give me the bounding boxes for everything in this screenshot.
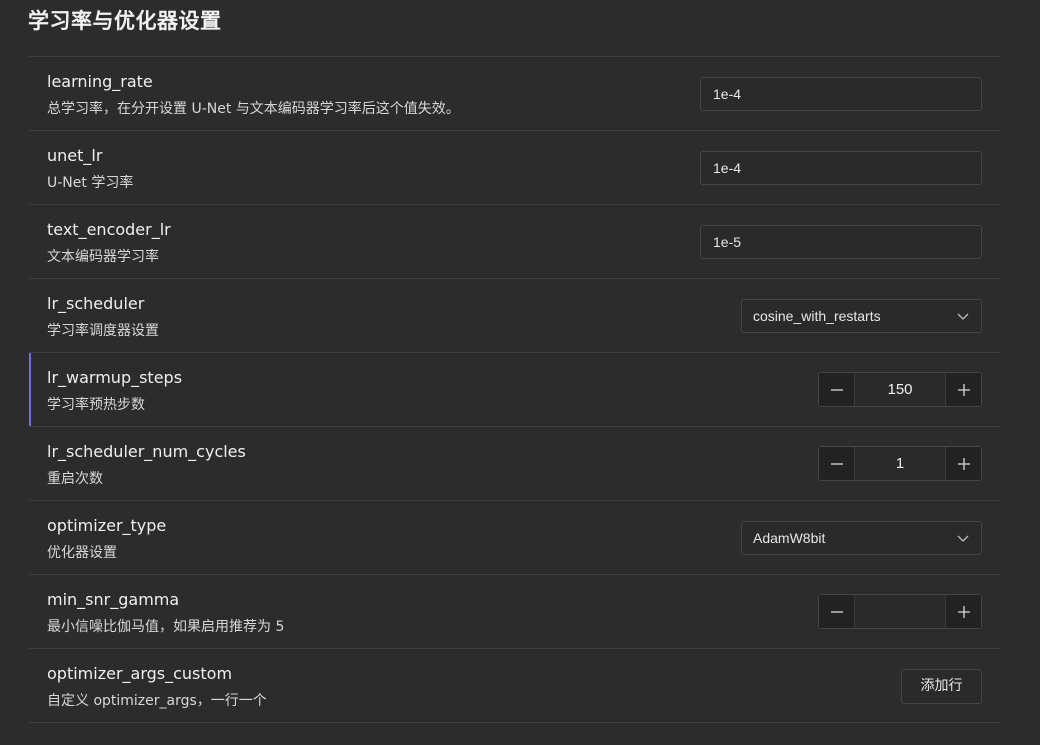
unet-lr-input[interactable] — [700, 151, 982, 185]
increment-button[interactable] — [945, 373, 981, 406]
stepper-value[interactable] — [855, 595, 945, 628]
setting-row-optimizer-args-custom: optimizer_args_custom 自定义 optimizer_args… — [29, 649, 1000, 723]
settings-page: 学习率与优化器设置 learning_rate 总学习率，在分开设置 U-Net… — [0, 0, 1040, 745]
text-encoder-lr-input[interactable] — [700, 225, 982, 259]
setting-row-lr-scheduler-num-cycles: lr_scheduler_num_cycles 重启次数 1 — [29, 427, 1000, 501]
setting-row-unet-lr: unet_lr U-Net 学习率 — [29, 131, 1000, 205]
plus-icon — [957, 605, 970, 618]
chevron-down-icon — [957, 313, 969, 320]
optimizer-type-select[interactable]: AdamW8bit — [741, 521, 982, 555]
add-row-button[interactable]: 添加行 — [901, 669, 982, 704]
section-title: 学习率与优化器设置 — [28, 9, 222, 33]
lr-scheduler-select[interactable]: cosine_with_restarts — [741, 299, 982, 333]
lr-scheduler-num-cycles-stepper: 1 — [818, 446, 982, 481]
select-value: AdamW8bit — [753, 530, 826, 546]
setting-name: optimizer_args_custom — [47, 664, 233, 683]
setting-name: lr_warmup_steps — [47, 368, 183, 387]
setting-description: 自定义 optimizer_args，一行一个 — [47, 693, 267, 709]
stepper-value[interactable]: 150 — [855, 373, 945, 406]
setting-name: lr_scheduler — [47, 294, 145, 313]
minus-icon — [830, 462, 843, 465]
setting-name: min_snr_gamma — [47, 590, 180, 609]
chevron-down-icon — [957, 535, 969, 542]
min-snr-gamma-stepper — [818, 594, 982, 629]
setting-row-lr-scheduler: lr_scheduler 学习率调度器设置 cosine_with_restar… — [29, 279, 1000, 353]
setting-row-text-encoder-lr: text_encoder_lr 文本编码器学习率 — [29, 205, 1000, 279]
plus-icon — [957, 383, 970, 396]
stepper-value[interactable]: 1 — [855, 447, 945, 480]
increment-button[interactable] — [945, 447, 981, 480]
setting-name: learning_rate — [47, 72, 153, 91]
setting-description: 优化器设置 — [47, 545, 117, 561]
setting-description: 学习率预热步数 — [47, 397, 145, 413]
select-value: cosine_with_restarts — [753, 308, 881, 324]
setting-name: text_encoder_lr — [47, 220, 171, 239]
setting-description: 文本编码器学习率 — [47, 249, 159, 265]
lr-warmup-steps-stepper: 150 — [818, 372, 982, 407]
decrement-button[interactable] — [819, 595, 855, 628]
learning-rate-input[interactable] — [700, 77, 982, 111]
decrement-button[interactable] — [819, 373, 855, 406]
setting-description: 总学习率，在分开设置 U-Net 与文本编码器学习率后这个值失效。 — [47, 101, 460, 117]
setting-description: 重启次数 — [47, 471, 103, 487]
minus-icon — [830, 610, 843, 613]
setting-description: U-Net 学习率 — [47, 175, 134, 191]
setting-description: 学习率调度器设置 — [47, 323, 159, 339]
settings-list: learning_rate 总学习率，在分开设置 U-Net 与文本编码器学习率… — [29, 56, 1000, 723]
setting-row-min-snr-gamma: min_snr_gamma 最小信噪比伽马值，如果启用推荐为 5 — [29, 575, 1000, 649]
decrement-button[interactable] — [819, 447, 855, 480]
setting-row-optimizer-type: optimizer_type 优化器设置 AdamW8bit — [29, 501, 1000, 575]
setting-row-lr-warmup-steps: lr_warmup_steps 学习率预热步数 150 — [29, 353, 1000, 427]
setting-row-learning-rate: learning_rate 总学习率，在分开设置 U-Net 与文本编码器学习率… — [29, 57, 1000, 131]
plus-icon — [957, 457, 970, 470]
setting-name: lr_scheduler_num_cycles — [47, 442, 246, 461]
setting-name: unet_lr — [47, 146, 103, 165]
increment-button[interactable] — [945, 595, 981, 628]
setting-description: 最小信噪比伽马值，如果启用推荐为 5 — [47, 619, 285, 635]
setting-name: optimizer_type — [47, 516, 167, 535]
minus-icon — [830, 388, 843, 391]
